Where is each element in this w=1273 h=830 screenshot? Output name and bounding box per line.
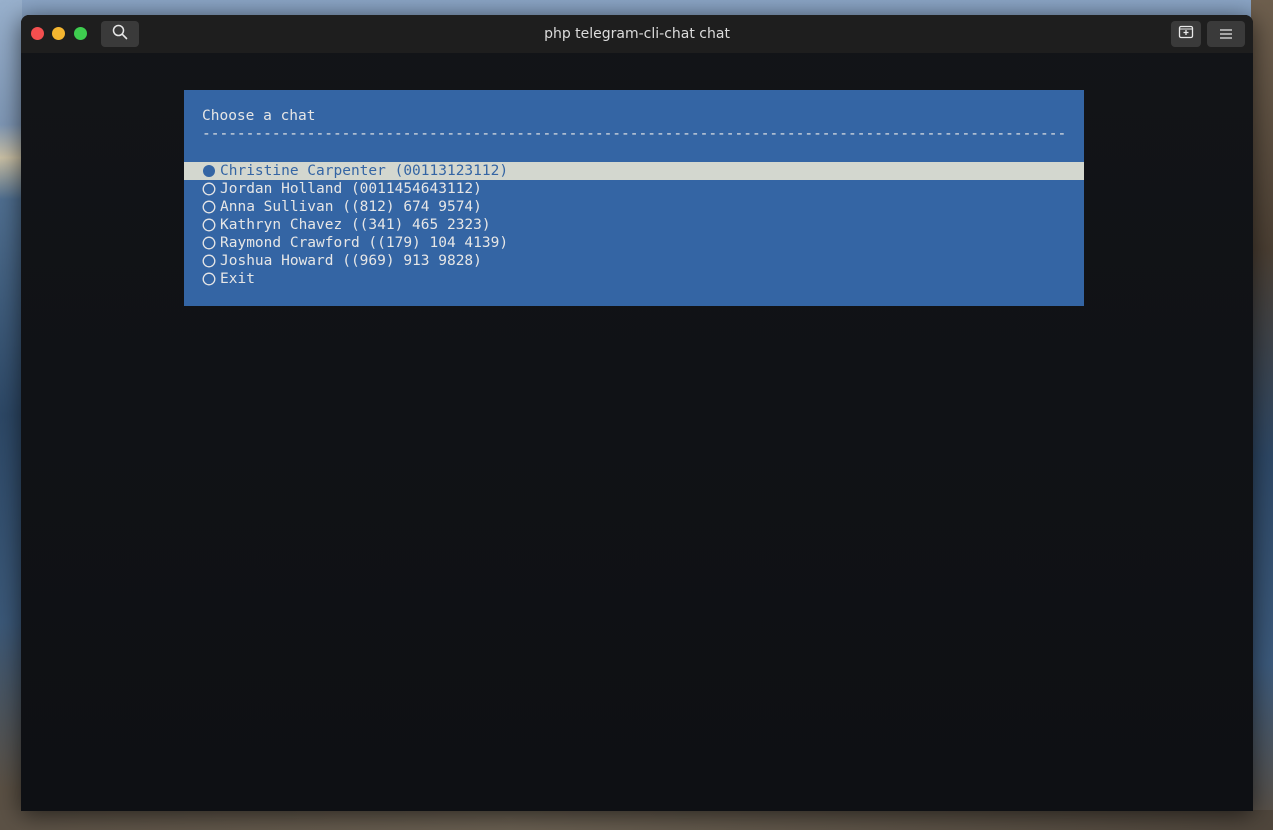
hamburger-menu-icon: [1219, 25, 1233, 44]
radio-unselected-icon: [202, 180, 216, 198]
radio-unselected-icon: [202, 252, 216, 270]
terminal-area[interactable]: Choose a chat --------------------------…: [21, 53, 1253, 811]
chat-option[interactable]: Joshua Howard ((969) 913 9828): [184, 252, 1084, 270]
chat-option[interactable]: Raymond Crawford ((179) 104 4139): [184, 234, 1084, 252]
dialog-separator: ----------------------------------------…: [202, 126, 1066, 142]
chat-option-label: Kathryn Chavez ((341) 465 2323): [220, 217, 491, 233]
chat-option-label: Raymond Crawford ((179) 104 4139): [220, 235, 509, 251]
new-tab-icon: [1178, 24, 1194, 44]
chat-option-label: Anna Sullivan ((812) 674 9574): [220, 199, 482, 215]
new-tab-button[interactable]: [1171, 21, 1201, 47]
title-bar: php telegram-cli-chat chat: [21, 15, 1253, 53]
radio-unselected-icon: [202, 234, 216, 252]
chat-option[interactable]: Kathryn Chavez ((341) 465 2323): [184, 216, 1084, 234]
desktop-wallpaper-right: [1251, 0, 1273, 830]
radio-unselected-icon: [202, 216, 216, 234]
choose-chat-dialog: Choose a chat --------------------------…: [184, 90, 1084, 306]
exit-option-label: Exit: [220, 271, 255, 287]
chat-option-label: Christine Carpenter (00113123112): [220, 163, 509, 179]
chat-option[interactable]: Christine Carpenter (00113123112): [184, 162, 1084, 180]
menu-button[interactable]: [1207, 21, 1245, 47]
radio-selected-icon: [202, 162, 216, 180]
chat-option-label: Jordan Holland (0011454643112): [220, 181, 482, 197]
chat-options-list: Christine Carpenter (00113123112) Jordan…: [184, 162, 1084, 288]
radio-unselected-icon: [202, 198, 216, 216]
terminal-window: php telegram-cli-chat chat Choose a chat…: [21, 15, 1253, 811]
window-title: php telegram-cli-chat chat: [544, 26, 730, 42]
radio-unselected-icon: [202, 270, 216, 288]
chat-option-label: Joshua Howard ((969) 913 9828): [220, 253, 482, 269]
chat-option[interactable]: Anna Sullivan ((812) 674 9574): [184, 198, 1084, 216]
desktop-wallpaper-left: [0, 0, 22, 830]
chat-option[interactable]: Jordan Holland (0011454643112): [184, 180, 1084, 198]
exit-option[interactable]: Exit: [184, 270, 1084, 288]
dialog-title: Choose a chat: [202, 108, 316, 124]
desktop-wallpaper-bottom: [0, 810, 1273, 830]
